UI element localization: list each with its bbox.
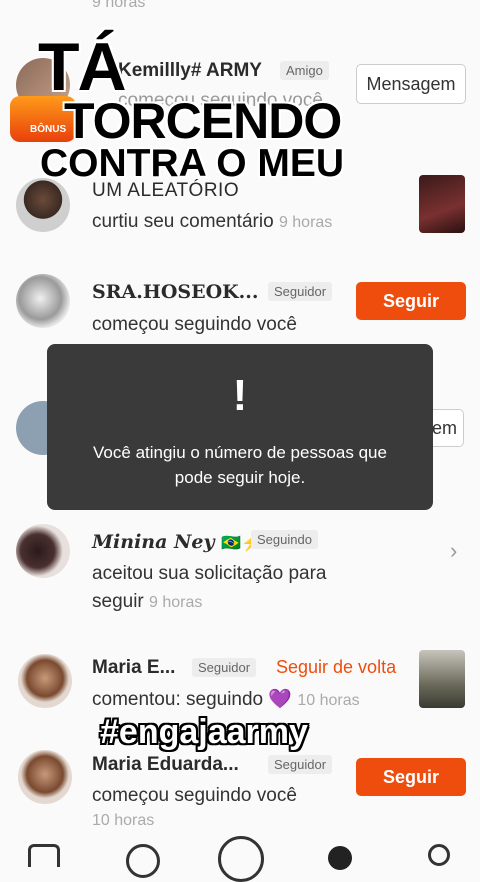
notification-time: 9 horas [278,214,333,231]
user-name-text: Minina Ney [92,531,215,553]
notification-message: curtiu seu comentário [92,211,274,232]
partial-timestamp: 9 horas [92,0,146,11]
user-name[interactable]: SRA.HOSEOK... [92,281,258,303]
promo-badge-label: BÔNUS [30,124,67,135]
notification-message: comentou: seguindo [92,689,264,710]
message-button-label: em [431,417,457,438]
profile-icon[interactable] [428,844,450,866]
notification-text: começou seguindo você [92,314,297,335]
hashtag-caption: #engajaarmy [100,713,308,751]
notification-time: 10 horas [92,812,155,829]
avatar[interactable] [16,274,70,328]
notification-text: curtiu seu comentário 9 horas [92,211,332,233]
toast-message: Você atingiu o número de pessoas que pod… [47,440,433,490]
notification-text: aceitou sua solicitação para [92,563,327,584]
notification-message: seguir [92,591,144,612]
user-name[interactable]: Maria Eduarda... [92,754,239,776]
notification-row[interactable]: Maria Eduarda... Seguidor começou seguin… [0,745,480,829]
user-name[interactable]: Minina Ney 🇧🇷⚡ [92,531,261,553]
relation-badge: Seguidor [268,755,333,774]
user-name[interactable]: Kemillly# ARMY [118,60,262,82]
bottom-nav [0,832,480,882]
exclamation-icon: ! [232,371,248,420]
relation-badge: Seguidor [268,282,333,301]
avatar[interactable] [16,178,70,232]
add-icon[interactable] [218,836,264,882]
notification-row[interactable]: SRA.HOSEOK... Seguidor começou seguindo … [0,268,480,348]
follow-back-link[interactable]: Seguir de volta [276,657,396,678]
post-thumbnail[interactable] [419,175,465,233]
notification-time: 9 horas [149,594,203,611]
message-button[interactable]: Mensagem [356,64,466,104]
avatar[interactable] [18,654,72,708]
avatar[interactable] [16,524,70,578]
relation-badge: Seguidor [192,658,257,677]
follow-limit-toast: ! Você atingiu o número de pessoas que p… [47,344,433,510]
notification-text: comentou: seguindo 💜 10 horas [92,687,360,711]
avatar[interactable] [18,750,72,804]
home-icon[interactable] [28,844,60,867]
discover-icon[interactable] [126,844,160,878]
follow-button[interactable]: Seguir [356,758,466,796]
chevron-right-icon[interactable]: › [450,538,457,564]
user-name[interactable]: Maria E... [92,657,175,679]
inbox-icon[interactable] [328,846,352,870]
notification-time: 10 horas [297,692,360,709]
notification-row[interactable]: Minina Ney 🇧🇷⚡ Seguindo aceitou sua soli… [0,520,480,620]
relation-badge: Amigo [280,61,329,80]
relation-badge: Seguindo [251,530,318,549]
notification-text: começou seguindo você [92,785,297,806]
overlay-caption-line-3: CONTRA O MEU [40,142,345,185]
toast-line-2: pode seguir hoje. [174,468,306,487]
purple-heart-icon: 💜 [268,689,293,710]
follow-button[interactable]: Seguir [356,282,466,320]
notification-row[interactable]: Maria E... Seguidor Seguir de volta come… [0,648,480,718]
toast-line-1: Você atingiu o número de pessoas que [93,443,387,462]
post-thumbnail[interactable] [419,650,465,708]
notification-text-line-2: seguir 9 horas [92,591,202,613]
